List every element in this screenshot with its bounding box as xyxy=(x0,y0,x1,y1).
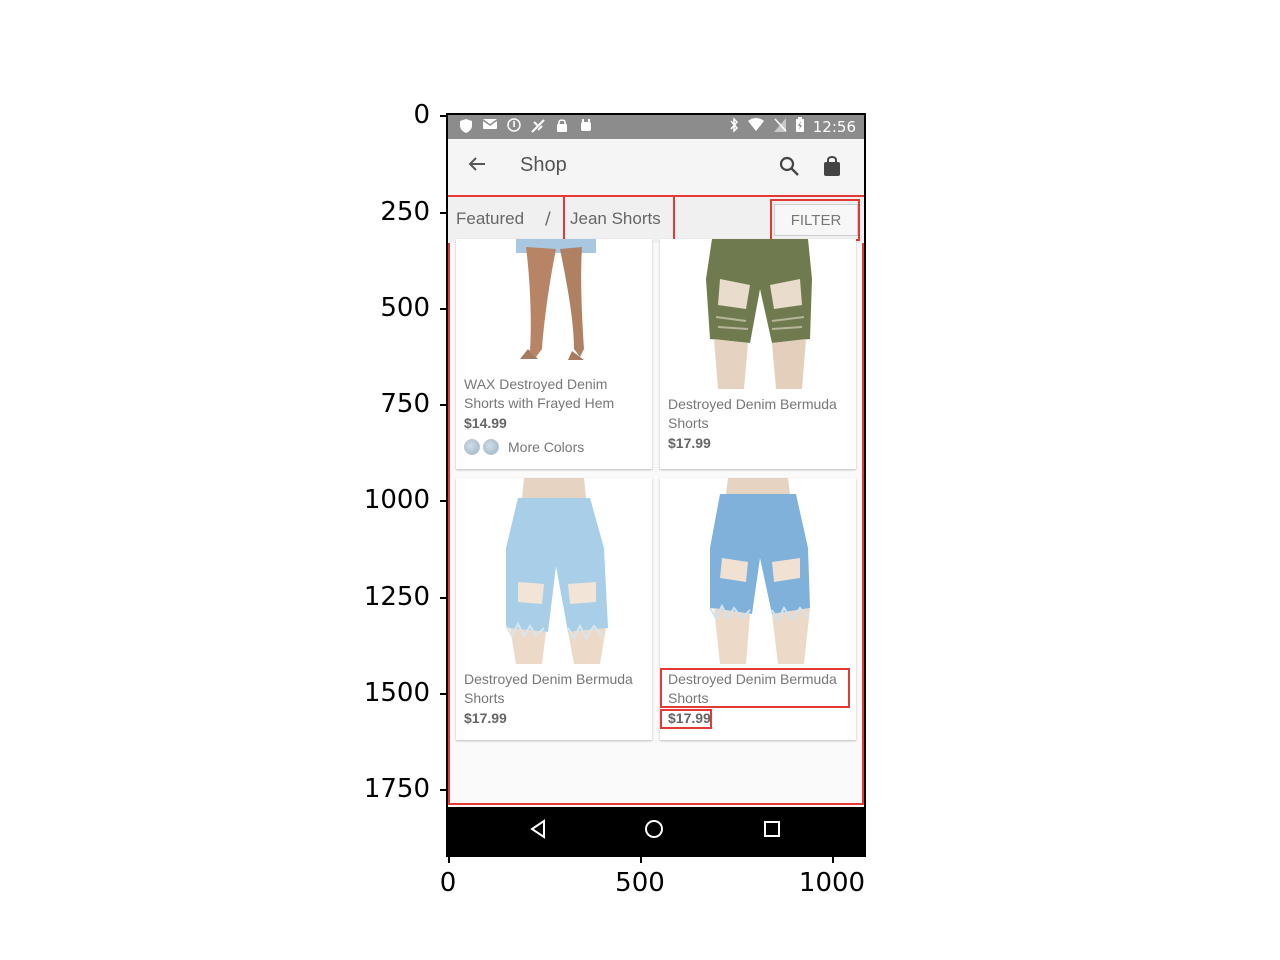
color-swatch[interactable] xyxy=(464,439,480,455)
product-image-legs-in-heels xyxy=(456,239,652,369)
y-tick-mark xyxy=(440,597,448,599)
more-colors[interactable]: More Colors xyxy=(464,439,584,455)
product-name: Destroyed Denim Bermuda Shorts xyxy=(464,671,633,706)
product-name: WAX Destroyed Denim Shorts with Frayed H… xyxy=(464,376,615,411)
y-tick-label: 1250 xyxy=(363,582,430,612)
product-card[interactable]: Destroyed Denim Bermuda Shorts $17.99 xyxy=(660,239,856,469)
y-tick-mark xyxy=(440,693,448,695)
product-image-medium-blue-bermuda-shorts xyxy=(660,478,856,664)
phone-screen: 12:56 Shop Featured / Jean Shorts FILTER xyxy=(446,113,866,857)
y-tick-label: 500 xyxy=(380,293,430,323)
product-price: $17.99 xyxy=(668,710,711,726)
product-name: Destroyed Denim Bermuda Shorts xyxy=(668,396,837,431)
x-tick-label: 0 xyxy=(439,868,457,898)
breadcrumb-featured[interactable]: Featured xyxy=(456,209,524,229)
back-arrow-icon[interactable] xyxy=(466,153,490,177)
product-card[interactable]: WAX Destroyed Denim Shorts with Frayed H… xyxy=(456,239,652,469)
y-tick-mark xyxy=(440,404,448,406)
product-grid: WAX Destroyed Denim Shorts with Frayed H… xyxy=(448,239,864,805)
wifi-icon xyxy=(747,118,765,136)
y-tick-label: 1500 xyxy=(363,678,430,708)
y-tick-mark xyxy=(440,500,448,502)
no-sim-icon xyxy=(773,117,787,137)
x-tick-mark xyxy=(448,855,450,863)
android-icon xyxy=(578,118,594,134)
lock-icon xyxy=(554,118,570,134)
y-tick-mark xyxy=(440,308,448,310)
product-image-light-blue-bermuda-shorts xyxy=(456,478,652,664)
y-tick-mark xyxy=(440,115,448,117)
product-card[interactable]: Destroyed Denim Bermuda Shorts $17.99 xyxy=(660,478,856,740)
x-tick-mark xyxy=(832,855,834,863)
y-tick-mark xyxy=(440,212,448,214)
product-price: $17.99 xyxy=(668,435,711,451)
product-name: Destroyed Denim Bermuda Shorts xyxy=(668,671,837,706)
color-swatch[interactable] xyxy=(483,439,499,455)
bluetooth-icon xyxy=(729,117,739,137)
home-circle-icon[interactable] xyxy=(642,817,670,845)
more-colors-label: More Colors xyxy=(508,439,585,455)
y-tick-label: 0 xyxy=(413,100,430,130)
status-time: 12:56 xyxy=(812,118,856,136)
app-bar: Shop xyxy=(448,139,864,196)
y-tick-label: 1000 xyxy=(363,485,430,515)
filter-button[interactable]: FILTER xyxy=(774,204,858,236)
product-price: $14.99 xyxy=(464,415,507,431)
shopping-bag-icon[interactable] xyxy=(822,155,844,179)
y-tick-mark xyxy=(440,789,448,791)
search-icon[interactable] xyxy=(778,155,802,179)
email-icon xyxy=(482,118,498,134)
back-triangle-icon[interactable] xyxy=(526,817,554,845)
y-tick-label: 250 xyxy=(380,197,430,227)
status-bar: 12:56 xyxy=(448,115,864,139)
breadcrumb-separator: / xyxy=(545,209,551,229)
product-price: $17.99 xyxy=(464,710,507,726)
product-card[interactable]: Destroyed Denim Bermuda Shorts $17.99 xyxy=(456,478,652,740)
x-tick-mark xyxy=(640,855,642,863)
page-title: Shop xyxy=(520,154,567,176)
battery-charging-icon xyxy=(795,117,805,137)
x-tick-label: 1000 xyxy=(798,868,866,898)
sync-off-icon xyxy=(530,118,546,134)
y-tick-label: 750 xyxy=(380,389,430,419)
shield-icon xyxy=(458,118,474,134)
breadcrumb-jean-shorts[interactable]: Jean Shorts xyxy=(570,209,661,229)
recents-square-icon[interactable] xyxy=(760,817,788,845)
y-tick-label: 1750 xyxy=(363,774,430,804)
x-tick-label: 500 xyxy=(615,868,665,898)
product-image-olive-bermuda-shorts xyxy=(660,239,856,389)
nav-bar xyxy=(448,807,864,855)
info-icon xyxy=(506,118,522,134)
